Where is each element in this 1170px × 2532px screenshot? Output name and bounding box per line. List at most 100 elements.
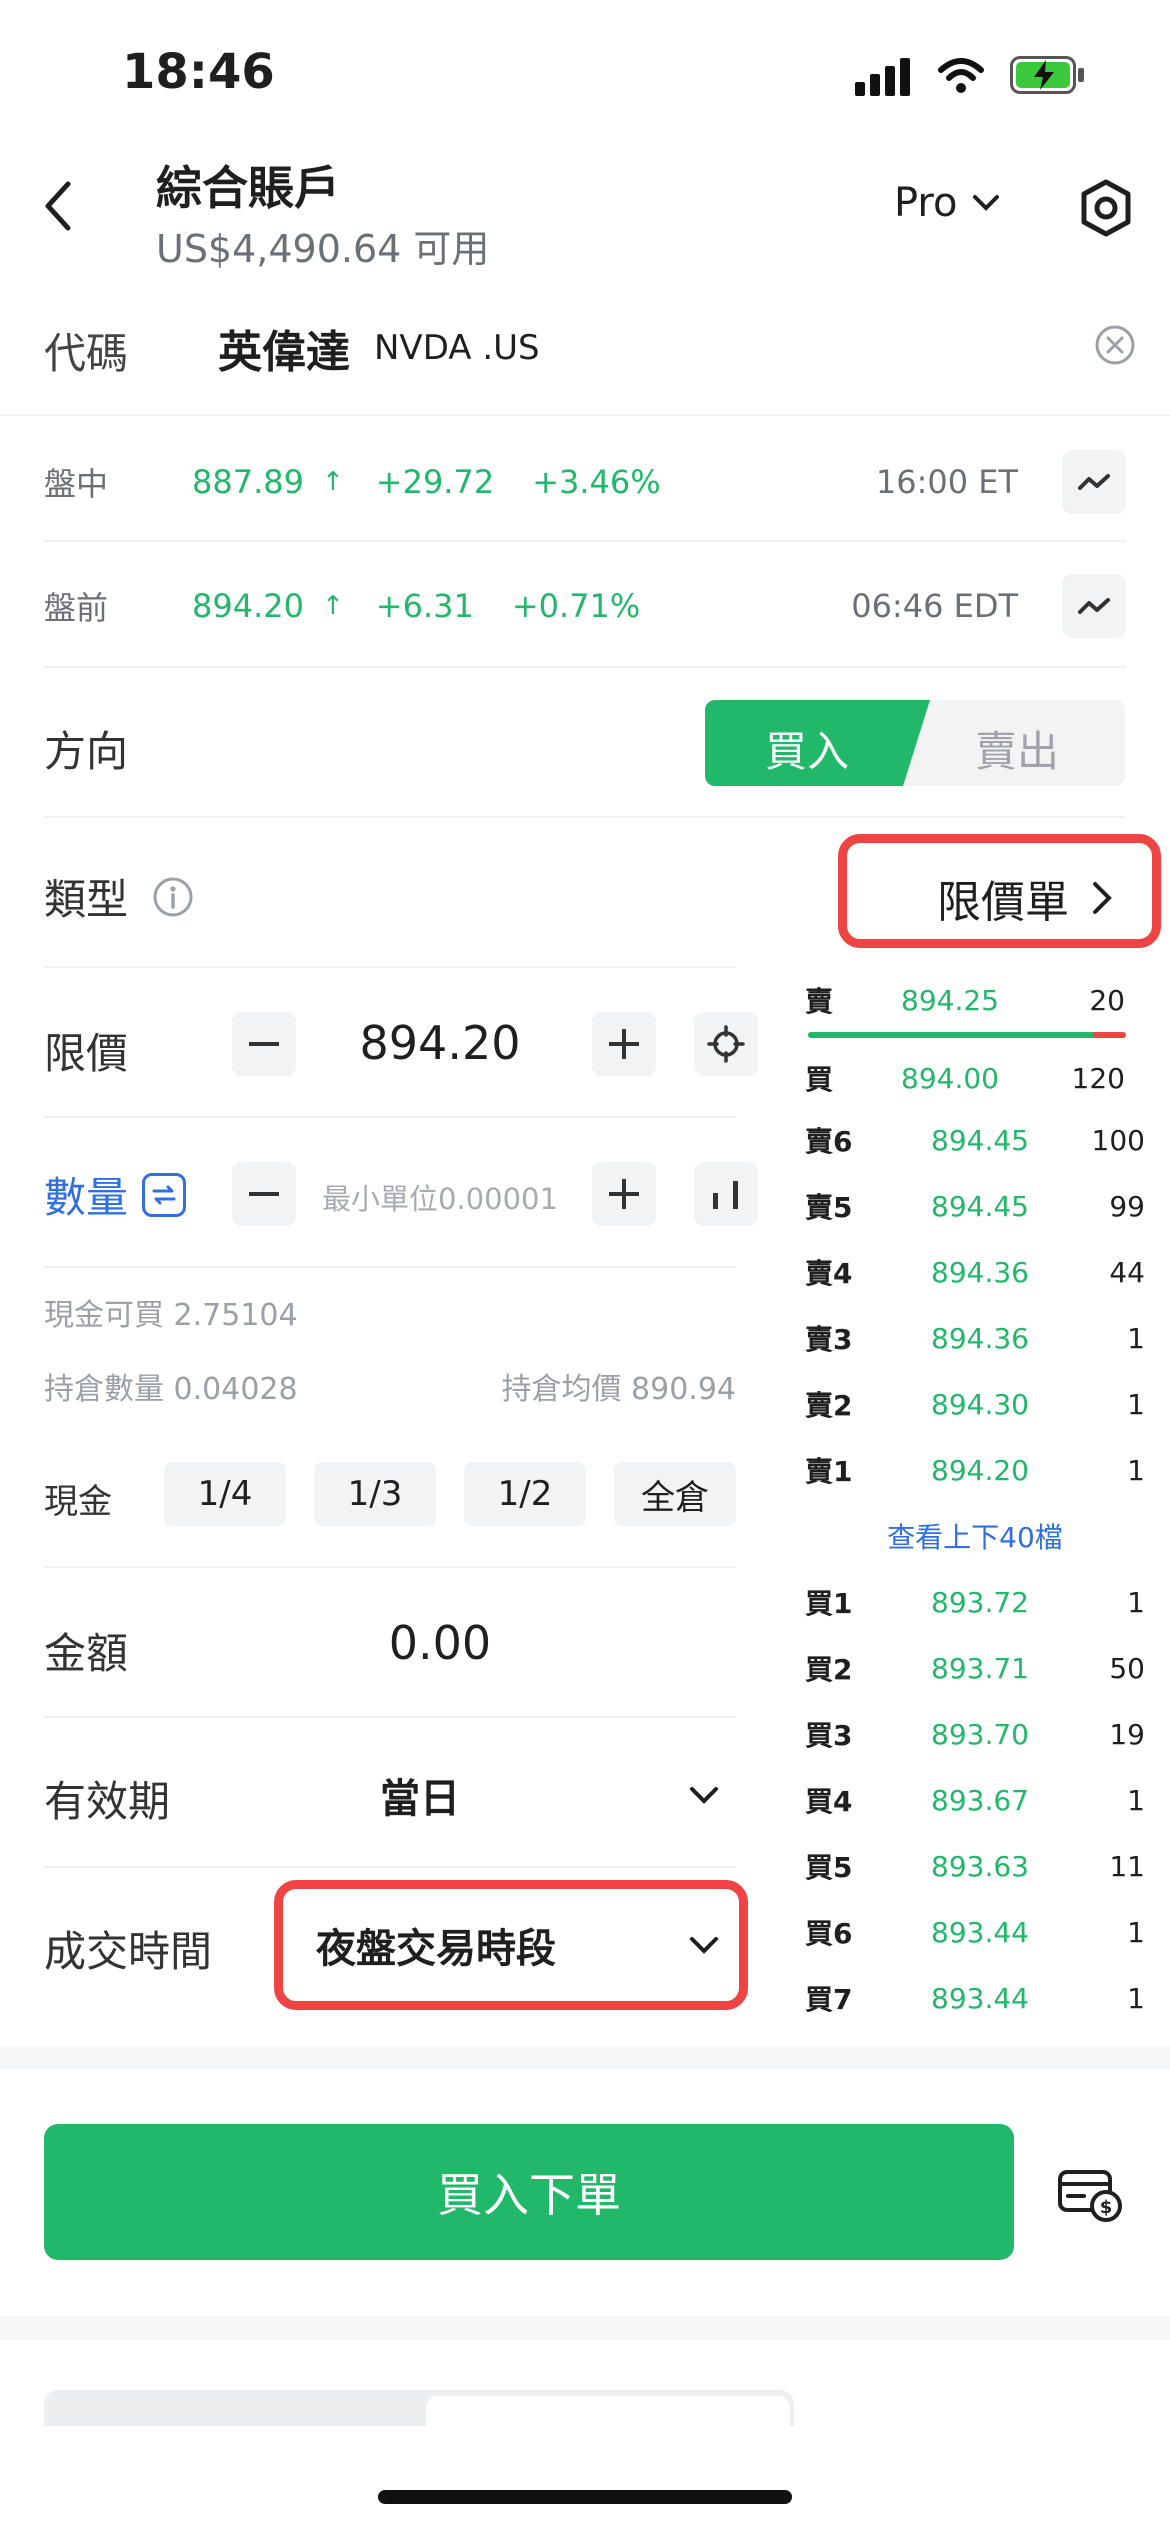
- up-arrow-icon: ↑: [321, 591, 344, 621]
- level-price: 894.25: [901, 983, 999, 1017]
- session-label: 盤中: [44, 465, 109, 503]
- level-qty: 1: [1127, 1321, 1145, 1355]
- level-price: 894.00: [901, 1061, 999, 1095]
- up-arrow-icon: ↑: [321, 467, 344, 497]
- ask-level-2: 賣2 894.30 1: [805, 1374, 1145, 1434]
- qty-increase-button[interactable]: [592, 1162, 656, 1226]
- session-label: 盤前: [44, 589, 109, 627]
- signal-icon: [855, 56, 910, 96]
- level-price: 894.36: [931, 1255, 1029, 1289]
- order-type-label: 類型: [44, 875, 129, 924]
- level-price: 893.44: [931, 1981, 1029, 2015]
- quote-row-intraday: 盤中 887.89 ↑ +29.72 +3.46% 16:00 ET: [44, 450, 1126, 514]
- account-available: US$4,490.64 可用: [156, 227, 490, 271]
- level-label: 買3: [805, 1719, 853, 1752]
- quote-change: +29.72: [375, 463, 495, 501]
- session-time-selector[interactable]: 夜盤交易時段: [316, 1916, 720, 1974]
- qty-decrease-button[interactable]: [232, 1162, 296, 1226]
- svg-text:$: $: [1100, 2197, 1113, 2218]
- divider: [44, 540, 1126, 542]
- account-title: 綜合賬戶: [156, 161, 340, 215]
- validity-label: 有效期: [44, 1777, 171, 1826]
- level-qty: 1: [1127, 1585, 1145, 1619]
- wallet-dollar-icon[interactable]: $: [1056, 2166, 1124, 2222]
- level-price: 893.70: [931, 1717, 1029, 1751]
- depth-button[interactable]: [694, 1162, 758, 1226]
- back-icon[interactable]: [40, 180, 76, 232]
- quote-change-pct: +3.46%: [532, 463, 661, 501]
- bid-level-2: 買2 893.71 50: [805, 1638, 1145, 1698]
- divider: [44, 666, 1126, 668]
- level-qty: 44: [1109, 1255, 1145, 1289]
- level-price: 893.67: [931, 1783, 1029, 1817]
- divider: [44, 1866, 736, 1868]
- order-type-row: 類型: [44, 866, 194, 927]
- bid-ask-ratio-bar: [808, 1032, 1126, 1038]
- divider: [44, 1716, 736, 1718]
- info-icon[interactable]: [152, 876, 194, 918]
- fraction-quarter-button[interactable]: 1/4: [164, 1462, 286, 1526]
- level-label: 賣: [805, 985, 834, 1018]
- buy-tab-label: 買入: [765, 727, 850, 776]
- price-decrease-button[interactable]: [232, 1012, 296, 1076]
- validity-value: 當日: [380, 1776, 460, 1822]
- wifi-icon: [938, 58, 984, 93]
- quote-change: +6.31: [375, 587, 474, 625]
- level-qty: 99: [1109, 1189, 1145, 1223]
- direction-toggle[interactable]: 買入 賣出: [705, 700, 1125, 786]
- level-label: 賣4: [805, 1257, 853, 1290]
- position-qty: 持倉數量 0.04028: [44, 1372, 298, 1407]
- swap-icon[interactable]: [142, 1172, 187, 1217]
- mode-selector[interactable]: Pro: [894, 180, 1001, 226]
- session-time-label: 成交時間: [44, 1927, 213, 1976]
- bottom-tabs[interactable]: [44, 2390, 794, 2430]
- target-price-button[interactable]: [694, 1012, 758, 1076]
- order-type-selector[interactable]: 限價單: [937, 866, 1113, 930]
- clear-icon[interactable]: [1094, 324, 1136, 366]
- level-qty: 50: [1109, 1651, 1145, 1685]
- cash-buyable: 現金可買 2.75104: [44, 1298, 298, 1333]
- chevron-down-icon: [690, 1937, 718, 1954]
- price-increase-button[interactable]: [592, 1012, 656, 1076]
- level-label: 買5: [805, 1851, 853, 1884]
- chart-trend-button[interactable]: [1062, 450, 1126, 514]
- level-price: 894.45: [931, 1189, 1029, 1223]
- quantity-input[interactable]: 最小單位0.00001: [300, 1176, 580, 1218]
- symbol-label: 代碼: [44, 329, 129, 378]
- mode-label: Pro: [894, 180, 958, 226]
- fraction-all-button[interactable]: 全倉: [614, 1462, 736, 1526]
- bid-level-4: 買4 893.67 1: [805, 1770, 1145, 1830]
- validity-selector[interactable]: 當日: [380, 1766, 720, 1824]
- order-type-value: 限價單: [937, 877, 1069, 928]
- level-label: 買: [805, 1063, 834, 1096]
- bid-level-7: 買7 893.44 1: [805, 1968, 1145, 2028]
- quantity-label: 數量: [44, 1173, 129, 1222]
- quote-row-premarket: 盤前 894.20 ↑ +6.31 +0.71% 06:46 EDT: [44, 574, 1126, 638]
- limit-price-input[interactable]: 894.20: [300, 1016, 580, 1070]
- chevron-down-icon: [690, 1787, 718, 1804]
- level-qty: 100: [1091, 1123, 1145, 1157]
- fraction-third-button[interactable]: 1/3: [314, 1462, 436, 1526]
- submit-order-button[interactable]: 買入下單: [44, 2124, 1014, 2260]
- view-more-levels-link[interactable]: 查看上下40檔: [805, 1516, 1145, 1556]
- amount-value: 0.00: [388, 1616, 492, 1670]
- level-price: 893.72: [931, 1585, 1029, 1619]
- symbol-field[interactable]: 英偉達 NVDA .US: [218, 316, 540, 380]
- quantity-label-group[interactable]: 數量: [44, 1164, 187, 1225]
- level-qty: 1: [1127, 1453, 1145, 1487]
- quote-time: 06:46 EDT: [851, 587, 1018, 625]
- chart-trend-button[interactable]: [1062, 574, 1126, 638]
- level-qty: 1: [1127, 1981, 1145, 2015]
- level-label: 賣1: [805, 1455, 853, 1488]
- ask-level-1: 賣1 894.20 1: [805, 1440, 1145, 1500]
- sell-tab[interactable]: 賣出: [975, 718, 1059, 779]
- quote-change-pct: +0.71%: [511, 587, 641, 625]
- bars-icon: [713, 1181, 738, 1209]
- bottom-tab-active[interactable]: [426, 2396, 790, 2430]
- fraction-half-button[interactable]: 1/2: [464, 1462, 586, 1526]
- submit-order-label: 買入下單: [437, 2168, 621, 2222]
- section-separator: [0, 2046, 1170, 2070]
- settings-icon[interactable]: [1078, 178, 1134, 238]
- bottom-fade: [0, 2426, 1170, 2532]
- level-qty: 20: [1089, 983, 1125, 1017]
